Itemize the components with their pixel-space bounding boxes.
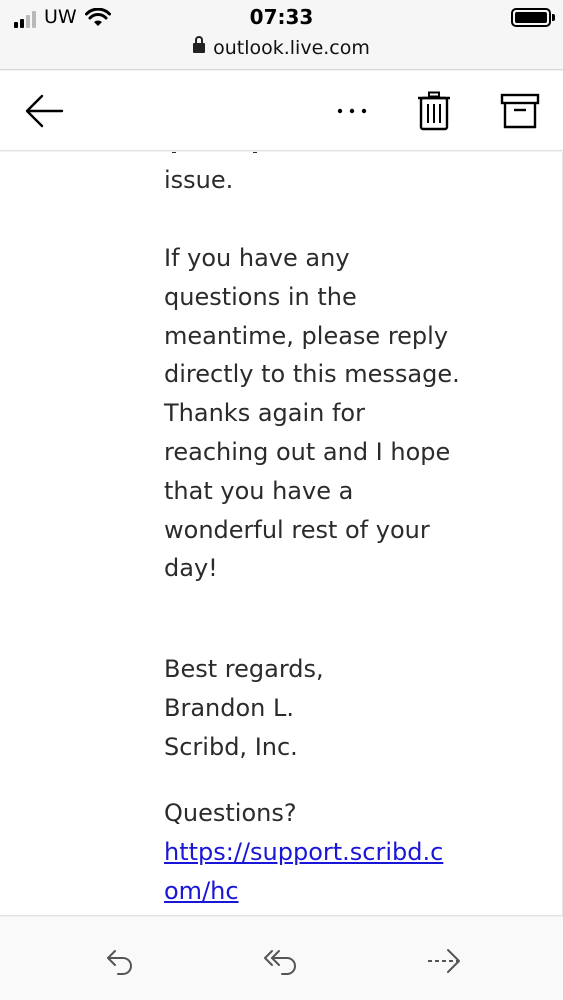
back-arrow-icon [25,94,64,128]
lock-icon [193,36,206,53]
archive-button[interactable] [490,81,550,141]
reply-all-icon [264,950,296,975]
body-line-issue: issue. [164,166,234,194]
clock: 07:33 [249,5,314,29]
more-icon [337,108,367,114]
status-bar: UW 07:33 outlook.live.com [0,0,563,70]
email-questions: Questions? https://support.scribd.c om/h… [164,794,484,910]
battery-icon [511,8,555,27]
forward-button[interactable] [420,939,468,983]
address-bar[interactable]: outlook.live.com [0,36,563,59]
delete-button[interactable] [404,81,464,141]
support-link[interactable]: https://support.scribd.c om/hc [164,833,484,911]
url-text: outlook.live.com [213,37,370,59]
reply-icon [107,950,132,975]
forward-icon [428,949,460,973]
message-toolbar [0,71,563,151]
action-bar [0,917,563,1000]
signoff-text: Best regards, Brandon L. Scribd, Inc. [164,655,324,761]
archive-icon [500,93,540,129]
email-paragraph: issue. [164,161,484,200]
email-body: issue. If you have any questions in the … [0,152,563,916]
questions-label: Questions? [164,799,297,827]
reply-button[interactable] [96,939,144,983]
back-button[interactable] [14,81,74,141]
more-button[interactable] [322,81,382,141]
email-signoff: Best regards, Brandon L. Scribd, Inc. [164,650,484,766]
reply-all-button[interactable] [258,939,306,983]
email-paragraph-main: If you have any questions in the meantim… [164,239,484,588]
trash-icon [418,91,450,131]
body-paragraph: If you have any questions in the meantim… [164,244,460,583]
